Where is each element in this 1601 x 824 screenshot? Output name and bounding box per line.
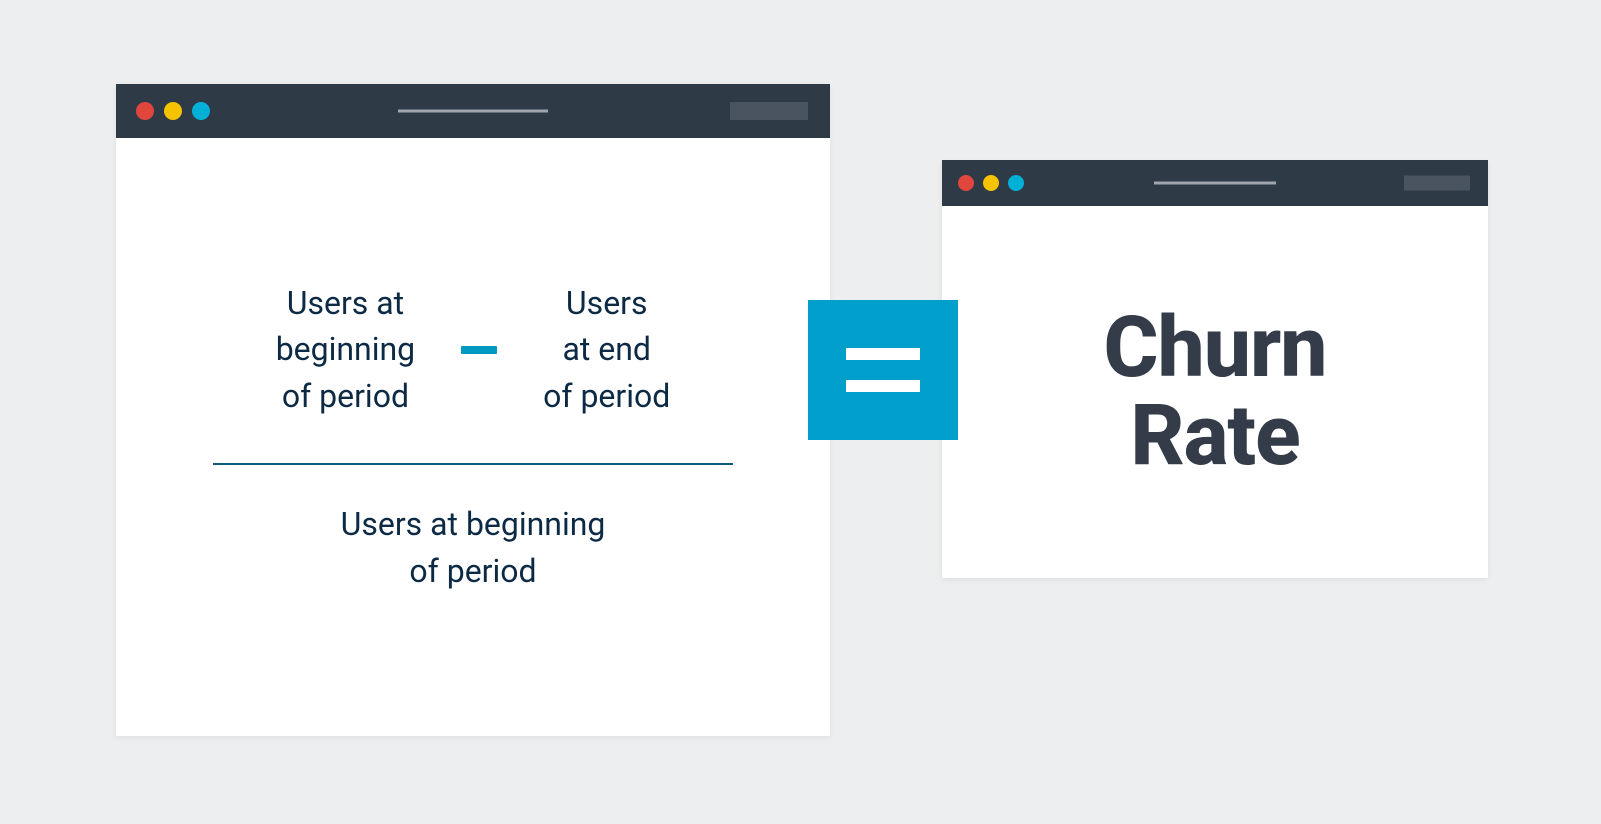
numerator-right-term: Users at end of period <box>543 280 670 419</box>
result-window-titlebar <box>942 160 1488 206</box>
result-text: Churn <box>1103 298 1326 397</box>
minimize-icon <box>983 175 999 191</box>
window-controls <box>958 175 1024 191</box>
titlebar-line-icon <box>1154 182 1276 185</box>
minus-icon <box>461 346 497 354</box>
formula-body: Users at beginning of period Users at en… <box>116 138 830 736</box>
formula-window: Users at beginning of period Users at en… <box>116 84 830 736</box>
term-text: of period <box>409 552 536 590</box>
close-icon <box>136 102 154 120</box>
titlebar-chip-icon <box>1404 176 1470 191</box>
term-text: beginning <box>276 330 415 368</box>
result-window: Churn Rate <box>942 160 1488 578</box>
term-text: Users at <box>287 284 404 322</box>
result-body: Churn Rate <box>942 206 1488 578</box>
formula-numerator: Users at beginning of period Users at en… <box>176 280 770 419</box>
term-text: Users at beginning <box>341 505 606 543</box>
equals-bar-icon <box>846 348 920 360</box>
equals-icon <box>808 300 958 440</box>
term-text: of period <box>543 377 670 415</box>
numerator-left-term: Users at beginning of period <box>276 280 415 419</box>
fraction-bar-icon <box>213 463 733 465</box>
equals-bar-icon <box>846 380 920 392</box>
maximize-icon <box>1008 175 1024 191</box>
term-text: at end <box>562 330 651 368</box>
minimize-icon <box>164 102 182 120</box>
maximize-icon <box>192 102 210 120</box>
result-label: Churn Rate <box>1103 304 1326 480</box>
formula-window-titlebar <box>116 84 830 138</box>
window-controls <box>136 102 210 120</box>
close-icon <box>958 175 974 191</box>
result-text: Rate <box>1130 386 1299 485</box>
term-text: Users <box>566 284 648 322</box>
titlebar-chip-icon <box>730 102 808 120</box>
formula-denominator: Users at beginning of period <box>341 501 606 594</box>
titlebar-line-icon <box>398 110 548 113</box>
term-text: of period <box>282 377 409 415</box>
